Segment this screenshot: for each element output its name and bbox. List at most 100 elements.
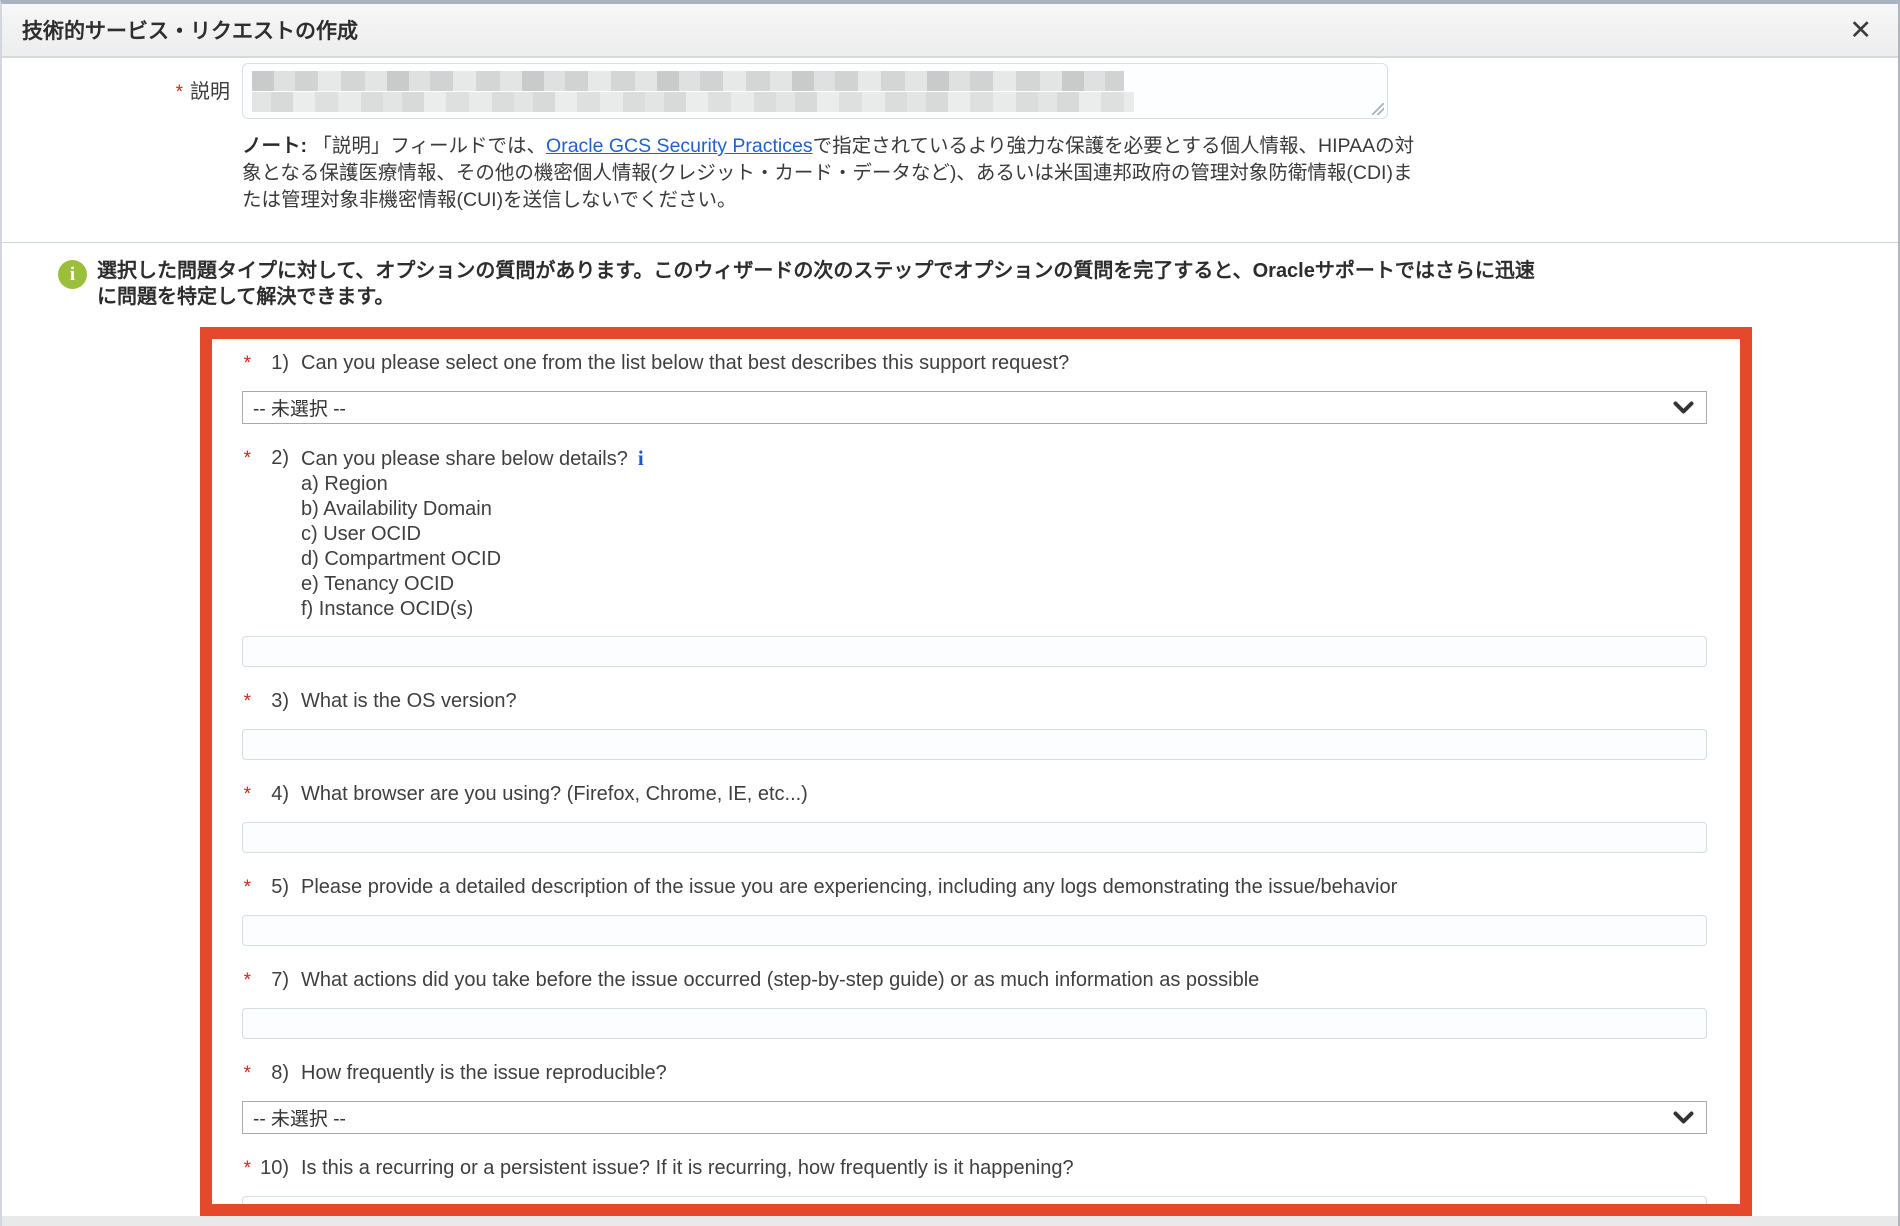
dialog-titlebar: 技術的サービス・リクエストの作成 ✕	[2, 4, 1898, 58]
answer-input[interactable]	[242, 915, 1707, 946]
question-sub-item: f) Instance OCID(s)	[301, 597, 1740, 622]
privacy-note: ノート: 「説明」フィールドでは、Oracle GCS Security Pra…	[242, 133, 1422, 214]
info-banner-text: 選択した問題タイプに対して、オプションの質問があります。このウィザードの次のステ…	[97, 258, 1542, 310]
page-title: 技術的サービス・リクエストの作成	[22, 15, 1849, 45]
question-block: * 5) Please provide a detailed descripti…	[236, 874, 1740, 946]
answer-select[interactable]: -- 未選択 --	[242, 391, 1707, 424]
required-asterisk: *	[176, 82, 183, 103]
question-number: 4)	[251, 781, 289, 808]
question-text: Is this a recurring or a persistent issu…	[301, 1157, 1074, 1179]
answer-input[interactable]	[242, 636, 1707, 667]
question-number: 2)	[251, 445, 289, 622]
question-control	[242, 1196, 1740, 1216]
question-sub-item: a) Region	[301, 472, 1740, 497]
question-number: 3)	[251, 688, 289, 715]
question-number: 5)	[251, 874, 289, 901]
questions-section: * 1) Can you please select one from the …	[200, 327, 1752, 1216]
answer-input[interactable]	[242, 729, 1707, 760]
dialog-bottom-edge	[2, 1216, 1898, 1226]
question-text-wrap: Can you please select one from the list …	[301, 350, 1740, 377]
question-block: * 3) What is the OS version?	[236, 688, 1740, 760]
answer-select[interactable]: -- 未選択 --	[242, 1101, 1707, 1134]
question-block: * 2) Can you please share below details?…	[236, 445, 1740, 667]
answer-input[interactable]	[242, 822, 1707, 853]
question-label: * 4) What browser are you using? (Firefo…	[236, 781, 1740, 808]
question-text: What is the OS version?	[301, 690, 517, 712]
question-text-wrap: What browser are you using? (Firefox, Ch…	[301, 781, 1740, 808]
question-text-wrap: How frequently is the issue reproducible…	[301, 1060, 1740, 1087]
question-control	[242, 822, 1740, 853]
question-control	[242, 729, 1740, 760]
security-practices-link[interactable]: Oracle GCS Security Practices	[546, 135, 813, 157]
chevron-down-icon	[1673, 1111, 1694, 1125]
description-textarea[interactable]	[242, 63, 1388, 119]
question-number: 8)	[251, 1060, 289, 1087]
question-control	[242, 636, 1740, 667]
question-sub-item: c) User OCID	[301, 522, 1740, 547]
question-text: Please provide a detailed description of…	[301, 876, 1397, 898]
question-sub-item: e) Tenancy OCID	[301, 572, 1740, 597]
question-sub-item: b) Availability Domain	[301, 497, 1740, 522]
note-text-before-link: 「説明」フィールドでは、	[307, 135, 546, 157]
question-label: * 8) How frequently is the issue reprodu…	[236, 1060, 1740, 1087]
description-label: * 説明	[2, 63, 230, 119]
question-text: Can you please share below details?	[301, 448, 628, 470]
redacted-content-line	[252, 71, 1124, 91]
question-text: How frequently is the issue reproducible…	[301, 1062, 667, 1084]
question-text-wrap: Is this a recurring or a persistent issu…	[301, 1155, 1740, 1182]
question-block: * 1) Can you please select one from the …	[236, 350, 1740, 424]
required-asterisk: *	[236, 781, 251, 808]
question-label: * 10) Is this a recurring or a persisten…	[236, 1155, 1740, 1182]
required-asterisk: *	[236, 688, 251, 715]
question-text: What browser are you using? (Firefox, Ch…	[301, 783, 808, 805]
redacted-content-line	[252, 92, 1134, 112]
required-asterisk: *	[236, 445, 251, 622]
question-text-wrap: What is the OS version?	[301, 688, 1740, 715]
answer-input[interactable]	[242, 1008, 1707, 1039]
question-block: * 10) Is this a recurring or a persisten…	[236, 1155, 1740, 1216]
question-label: * 5) Please provide a detailed descripti…	[236, 874, 1740, 901]
question-block: * 4) What browser are you using? (Firefo…	[236, 781, 1740, 853]
description-label-text: 説明	[190, 81, 230, 103]
question-sub-items: a) Regionb) Availability Domainc) User O…	[301, 472, 1740, 622]
chevron-down-icon	[1673, 401, 1694, 415]
dialog-content: * 説明 ノート: 「説明」フィールドでは、Oracle GCS Security…	[2, 63, 1898, 1216]
info-icon-glyph: i	[70, 264, 75, 286]
required-asterisk: *	[236, 350, 251, 377]
question-control: -- 未選択 --	[242, 391, 1740, 424]
question-text-wrap: What actions did you take before the iss…	[301, 967, 1740, 994]
question-text: What actions did you take before the iss…	[301, 969, 1259, 991]
section-divider	[2, 242, 1898, 243]
question-label: * 7) What actions did you take before th…	[236, 967, 1740, 994]
create-technical-sr-dialog: 技術的サービス・リクエストの作成 ✕ * 説明 ノート: 「説明」フィールドでは、…	[0, 0, 1900, 1226]
question-sub-item: d) Compartment OCID	[301, 547, 1740, 572]
select-selected-value: -- 未選択 --	[253, 1104, 346, 1131]
question-control	[242, 915, 1740, 946]
question-block: * 8) How frequently is the issue reprodu…	[236, 1060, 1740, 1134]
select-selected-value: -- 未選択 --	[253, 394, 346, 421]
question-text-wrap: Please provide a detailed description of…	[301, 874, 1740, 901]
question-text: Can you please select one from the list …	[301, 352, 1069, 374]
question-label: * 2) Can you please share below details?…	[236, 445, 1740, 622]
close-icon[interactable]: ✕	[1849, 17, 1872, 44]
required-asterisk: *	[236, 874, 251, 901]
note-label: ノート:	[242, 135, 307, 157]
question-number: 7)	[251, 967, 289, 994]
answer-input[interactable]	[242, 1196, 1707, 1216]
question-label: * 3) What is the OS version?	[236, 688, 1740, 715]
required-asterisk: *	[236, 1060, 251, 1087]
description-row: * 説明	[2, 63, 1898, 119]
info-icon: i	[58, 260, 87, 289]
question-control	[242, 1008, 1740, 1039]
required-asterisk: *	[236, 967, 251, 994]
question-info-icon[interactable]: i	[638, 446, 644, 470]
question-label: * 1) Can you please select one from the …	[236, 350, 1740, 377]
required-asterisk: *	[236, 1155, 251, 1182]
question-control: -- 未選択 --	[242, 1101, 1740, 1134]
question-text-wrap: Can you please share below details? i a) …	[301, 445, 1740, 622]
resize-handle-icon[interactable]	[1372, 103, 1384, 115]
question-number: 10)	[251, 1155, 289, 1182]
question-number: 1)	[251, 350, 289, 377]
question-block: * 7) What actions did you take before th…	[236, 967, 1740, 1039]
info-banner: i 選択した問題タイプに対して、オプションの質問があります。このウィザードの次の…	[58, 258, 1898, 310]
